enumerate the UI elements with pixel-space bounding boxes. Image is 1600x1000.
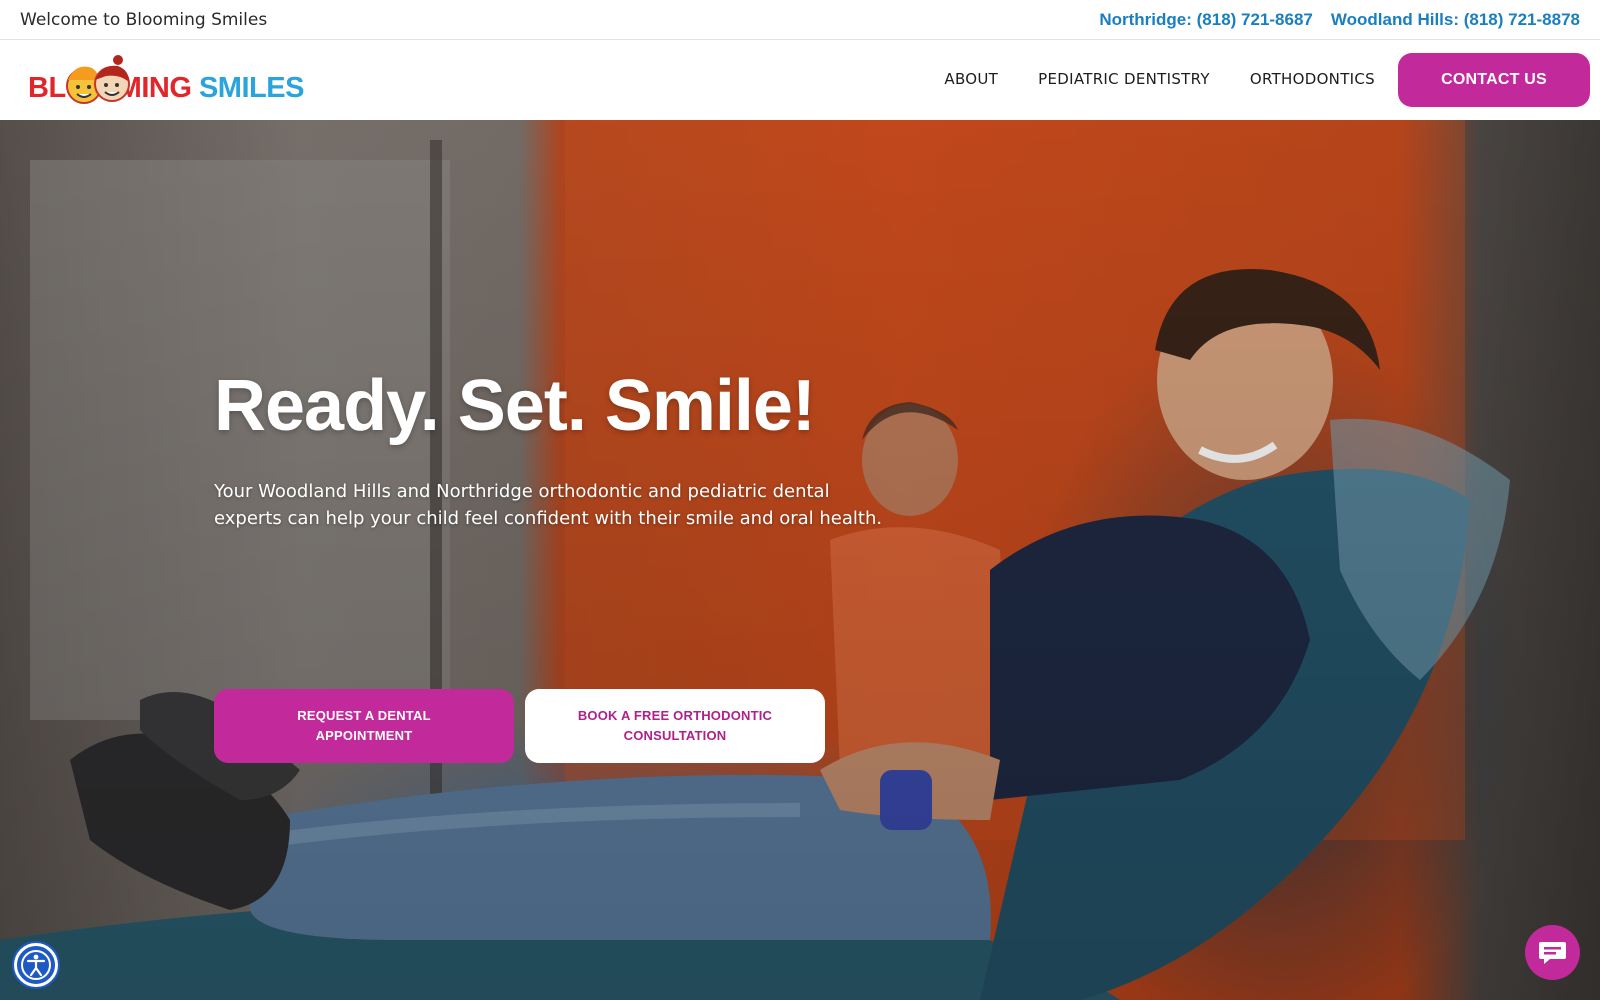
hero-subtitle: Your Woodland Hills and Northridge ortho… <box>214 481 883 529</box>
hero-dark-overlay <box>0 120 1600 1000</box>
hero-content: Ready. Set. Smile! Your Woodland Hills a… <box>214 366 914 763</box>
request-appointment-button[interactable]: REQUEST A DENTAL APPOINTMENT <box>214 689 514 763</box>
main-nav: ABOUT PEDIATRIC DENTISTRY ORTHODONTICS <box>944 70 1375 88</box>
nav-orthodontics[interactable]: ORTHODONTICS <box>1250 70 1375 88</box>
book-consultation-button[interactable]: BOOK A FREE ORTHODONTIC CONSULTATION <box>525 689 825 763</box>
nav-pediatric-dentistry[interactable]: PEDIATRIC DENTISTRY <box>1038 70 1210 88</box>
top-bar: Welcome to Blooming Smiles Northridge: (… <box>0 0 1600 40</box>
blooming-smiles-logo[interactable]: BL MING SMILES <box>28 52 333 110</box>
contact-us-button[interactable]: CONTACT US <box>1398 53 1590 107</box>
logo-kids-faces-icon <box>66 55 130 104</box>
nav-about[interactable]: ABOUT <box>944 70 998 88</box>
welcome-text: Welcome to Blooming Smiles <box>20 10 268 30</box>
site-header: BL MING SMILES ABOUT PEDIATRIC DENTISTRY … <box>0 40 1600 120</box>
chat-bubble-icon <box>1539 942 1566 964</box>
hero-title: Ready. Set. Smile! <box>214 366 816 446</box>
phone-numbers: Northridge: (818) 721-8687 Woodland Hill… <box>1099 10 1580 30</box>
hero-buttons: REQUEST A DENTAL APPOINTMENT BOOK A FREE… <box>214 689 825 763</box>
accessibility-button[interactable] <box>14 943 58 987</box>
hero-section: Ready. Set. Smile! Your Woodland Hills a… <box>0 120 1600 1000</box>
accessibility-icon <box>21 950 51 980</box>
chat-button[interactable] <box>1525 925 1580 980</box>
phone-northridge-link[interactable]: Northridge: (818) 721-8687 <box>1099 10 1313 30</box>
phone-woodland-hills-link[interactable]: Woodland Hills: (818) 721-8878 <box>1331 10 1580 30</box>
